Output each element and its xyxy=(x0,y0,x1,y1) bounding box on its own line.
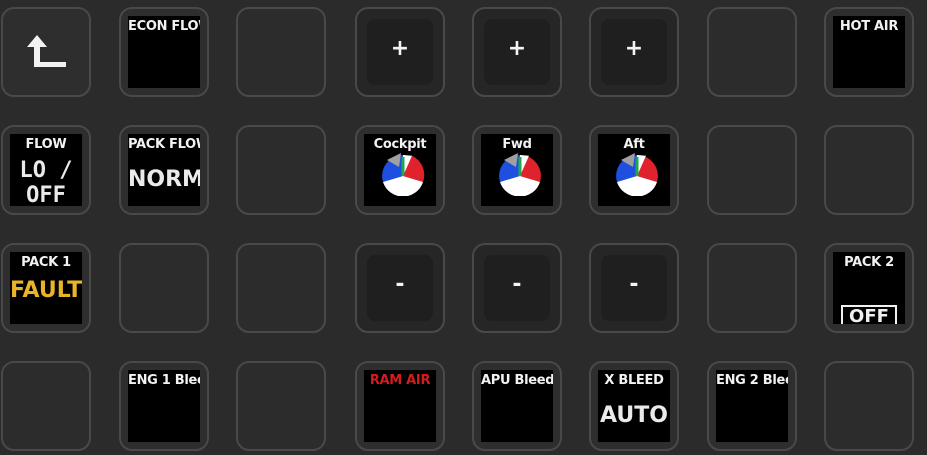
fwd-temp-decrease-button[interactable]: - xyxy=(472,243,562,333)
pack2-off-indicator: OFF xyxy=(841,305,897,324)
empty-key[interactable] xyxy=(236,125,326,215)
aft-temp-display: Aft xyxy=(598,134,670,206)
increase-label: + xyxy=(390,36,410,61)
x-bleed-display: X BLEED AUTO xyxy=(598,370,670,442)
eng2-bleed-label: ENG 2 Bleed xyxy=(716,373,788,388)
fwd-temp-display: Fwd xyxy=(481,134,553,206)
apu-bleed-display: APU Bleed xyxy=(481,370,553,442)
aft-temp-decrease-button[interactable]: - xyxy=(589,243,679,333)
econ-flow-button[interactable]: ECON FLOW xyxy=(119,7,209,97)
flow-value-line2: OFF xyxy=(26,183,66,206)
increase-label: + xyxy=(624,36,644,61)
pack-flow-value: NORM xyxy=(128,167,200,192)
temperature-dial-icon xyxy=(382,153,425,196)
eng1-bleed-label: ENG 1 Bleed xyxy=(128,373,200,388)
empty-key[interactable] xyxy=(236,361,326,451)
apu-bleed-label: APU Bleed xyxy=(481,373,553,388)
aft-temp-increase-button[interactable]: + xyxy=(589,7,679,97)
econ-flow-display: ECON FLOW xyxy=(128,16,200,88)
flow-label: FLOW xyxy=(25,137,67,152)
aft-temp-button[interactable]: Aft xyxy=(589,125,679,215)
empty-key[interactable] xyxy=(236,243,326,333)
pack1-button[interactable]: PACK 1 FAULT xyxy=(1,243,91,333)
temperature-dial-icon xyxy=(499,153,541,196)
decrease-label: - xyxy=(512,272,522,297)
empty-key[interactable] xyxy=(824,361,914,451)
decrease-label: - xyxy=(629,272,639,297)
pack2-button[interactable]: PACK 2 OFF xyxy=(824,243,914,333)
back-arrow-icon xyxy=(27,35,66,67)
pack-flow-label: PACK FLOW xyxy=(128,137,200,152)
x-bleed-value: AUTO xyxy=(600,403,668,428)
flow-value-line1: LO / xyxy=(19,158,73,183)
empty-key[interactable] xyxy=(236,7,326,97)
pack-flow-display: PACK FLOW NORM xyxy=(128,134,200,206)
x-bleed-label: X BLEED xyxy=(604,373,664,388)
empty-key[interactable] xyxy=(707,243,797,333)
cockpit-temp-button[interactable]: Cockpit xyxy=(355,125,445,215)
fwd-temp-button[interactable]: Fwd xyxy=(472,125,562,215)
cockpit-temp-decrease-button[interactable]: - xyxy=(355,243,445,333)
flow-display: FLOW LO / OFF xyxy=(10,134,82,206)
pack2-display: PACK 2 OFF xyxy=(833,252,905,324)
temperature-dial-icon xyxy=(616,153,658,196)
pack1-label: PACK 1 xyxy=(21,255,71,270)
pack1-display: PACK 1 FAULT xyxy=(10,252,82,324)
pack2-label: PACK 2 xyxy=(844,255,894,270)
x-bleed-button[interactable]: X BLEED AUTO xyxy=(589,361,679,451)
hot-air-label: HOT AIR xyxy=(839,19,899,34)
ram-air-button[interactable]: RAM AIR xyxy=(355,361,445,451)
back-button[interactable] xyxy=(1,7,91,97)
empty-key[interactable] xyxy=(119,243,209,333)
hot-air-display: HOT AIR xyxy=(833,16,905,88)
increase-label: + xyxy=(507,36,527,61)
empty-key[interactable] xyxy=(707,125,797,215)
eng2-bleed-button[interactable]: ENG 2 Bleed xyxy=(707,361,797,451)
econ-flow-label: ECON FLOW xyxy=(128,19,200,34)
hot-air-button[interactable]: HOT AIR xyxy=(824,7,914,97)
apu-bleed-button[interactable]: APU Bleed xyxy=(472,361,562,451)
pack-flow-button[interactable]: PACK FLOW NORM xyxy=(119,125,209,215)
empty-key[interactable] xyxy=(707,7,797,97)
fwd-temp-increase-button[interactable]: + xyxy=(472,7,562,97)
flow-button[interactable]: FLOW LO / OFF xyxy=(1,125,91,215)
cockpit-temp-display: Cockpit xyxy=(364,134,436,206)
decrease-label: - xyxy=(395,272,405,297)
cockpit-temp-increase-button[interactable]: + xyxy=(355,7,445,97)
eng2-bleed-display: ENG 2 Bleed xyxy=(716,370,788,442)
pack1-fault-indicator: FAULT xyxy=(10,278,82,303)
eng1-bleed-button[interactable]: ENG 1 Bleed xyxy=(119,361,209,451)
eng1-bleed-display: ENG 1 Bleed xyxy=(128,370,200,442)
stream-deck-grid: ECON FLOW + + + HOT AIR FLOW LO / OFF PA… xyxy=(0,0,927,455)
empty-key[interactable] xyxy=(1,361,91,451)
ram-air-label: RAM AIR xyxy=(369,373,431,388)
empty-key[interactable] xyxy=(824,125,914,215)
ram-air-display: RAM AIR xyxy=(364,370,436,442)
